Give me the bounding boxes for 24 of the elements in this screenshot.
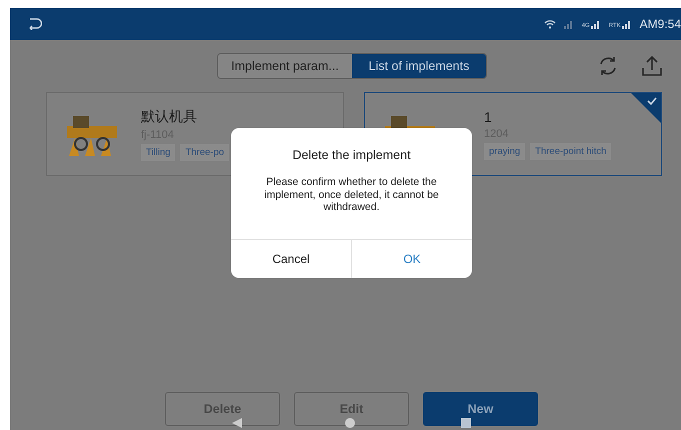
- tab[interactable]: Implement param...: [218, 54, 352, 78]
- signal-icon: [564, 19, 574, 29]
- implement-tag: praying: [484, 142, 526, 160]
- upload-icon[interactable]: [641, 55, 663, 77]
- implement-tag: Three-point hitch: [530, 142, 612, 160]
- ok-button[interactable]: OK: [351, 240, 472, 278]
- cancel-button[interactable]: Cancel: [231, 240, 351, 278]
- tab[interactable]: List of implements: [352, 54, 486, 78]
- clock: AM9:54: [640, 17, 681, 31]
- signal-icon: [622, 19, 632, 29]
- selected-check-icon: [631, 93, 661, 123]
- new-button[interactable]: New: [423, 392, 538, 426]
- implement-name: 默认机具: [141, 108, 198, 126]
- wifi-icon: [544, 19, 556, 29]
- implement-name: 1: [484, 108, 493, 124]
- back-icon[interactable]: [28, 18, 42, 30]
- home-circle-icon[interactable]: [344, 417, 356, 429]
- dialog-message: Please confirm whether to delete the implement, once deleted, it cannot be withdrawed.: [263, 176, 440, 214]
- signal-icon: [590, 19, 601, 29]
- back-triangle-icon[interactable]: [231, 417, 243, 429]
- implement-tag: Tilling: [141, 144, 176, 160]
- refresh-icon[interactable]: [597, 55, 619, 77]
- recent-square-icon[interactable]: [460, 417, 472, 429]
- implement-tag: Three-po: [180, 144, 230, 160]
